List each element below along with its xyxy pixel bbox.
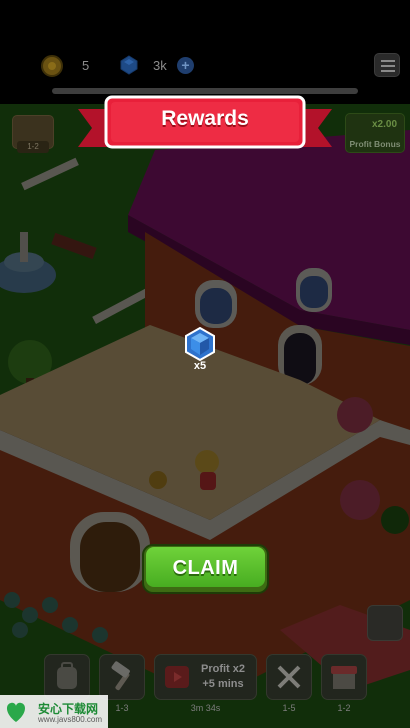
blue-gem-icon [185,327,215,361]
profit-boost-label: Profit x2 +5 mins [193,662,253,692]
claim-button-label: CLAIM [172,557,239,579]
gem-icon [120,55,138,75]
profit-boost-line2: +5 mins [202,678,244,690]
watermark-logo-icon [6,702,26,722]
buy-gems-button[interactable]: + [177,57,194,74]
claim-button[interactable]: CLAIM [142,544,269,594]
menu-line-icon [381,65,395,67]
gem-count: 3k [153,58,167,73]
shop-icon [331,666,357,689]
profit-boost-line1: Profit x2 [200,663,245,675]
map-level-label: 1-2 [17,141,49,153]
clipboard-button[interactable] [367,605,403,641]
coin-icon [41,55,63,77]
battle-button[interactable] [266,654,312,700]
build-button[interactable] [99,654,145,700]
shop-button[interactable] [321,654,367,700]
shop-level-label: 1-2 [337,703,351,713]
backpack-button[interactable] [44,654,90,700]
battle-level-label: 1-5 [282,703,296,713]
profit-boost-button[interactable]: Profit x2 +5 mins [154,654,257,700]
tv-ad-icon [165,666,189,688]
dialog-title: Rewards [161,107,249,130]
hammer-icon [111,661,130,691]
level-progress-bar [52,88,358,94]
menu-line-icon [381,60,395,62]
backpack-icon [57,662,77,689]
menu-button[interactable] [374,53,400,77]
crossed-swords-icon [277,665,301,689]
profit-bonus-label: Profit Bonus [349,139,401,149]
profit-multiplier: x2.00 [372,119,398,130]
menu-line-icon [381,70,395,72]
watermark-url: www.javs800.com [38,715,103,724]
coin-count: 5 [82,58,90,73]
profit-boost-timer: 3m 34s [190,703,221,713]
top-hud: 5 3k + [0,0,410,104]
reward-quantity: x5 [193,360,207,372]
